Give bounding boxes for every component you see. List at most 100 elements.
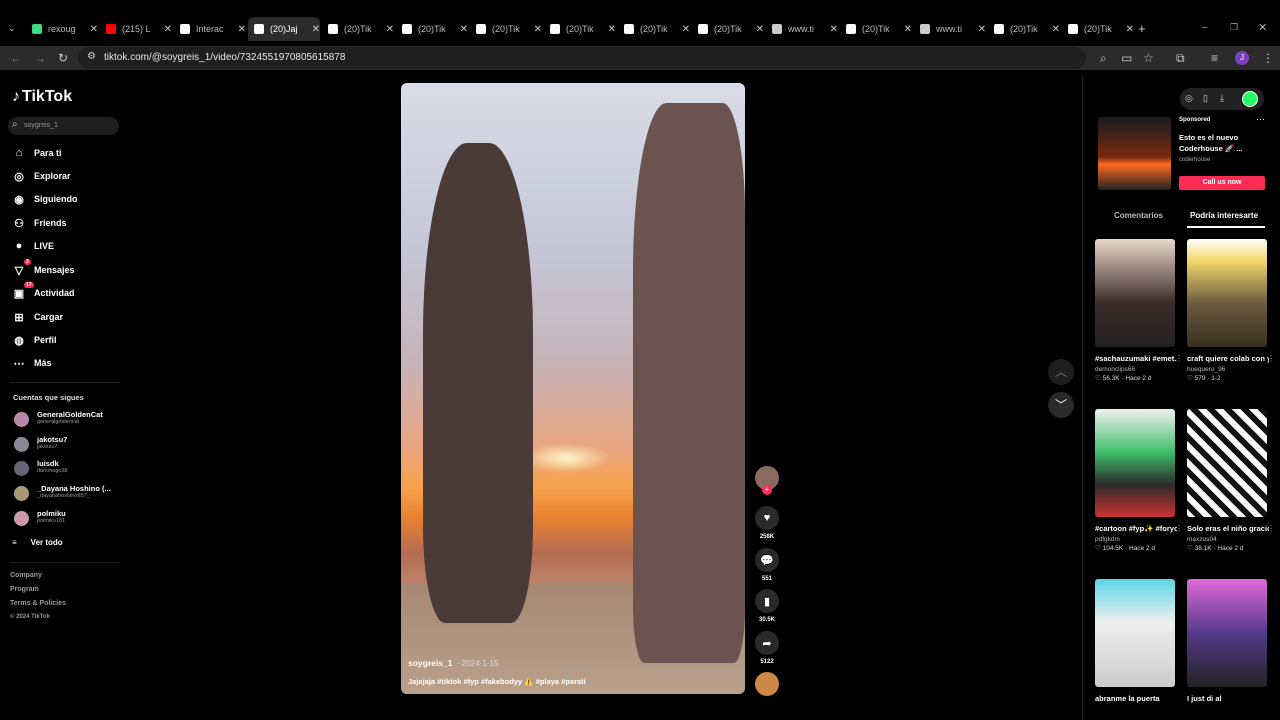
following-account[interactable]: jakotsu7 jakotsu7 [12,435,122,455]
ad-thumbnail[interactable] [1098,117,1171,190]
bookmark-star-icon[interactable]: ☆ [1143,51,1154,65]
tab-close-icon[interactable]: ✕ [904,24,912,35]
comment-icon[interactable]: 💬 [755,548,779,572]
search-input[interactable]: ⌕ soygreis_1 [8,117,119,135]
card-more-icon[interactable]: ⋮ [1175,354,1183,363]
following-account[interactable]: _Dayana Hoshino (... _dayanahoshino957_ [12,484,122,504]
tab-close-icon[interactable]: ✕ [460,24,468,35]
next-video-icon[interactable]: ﹀ [1048,392,1074,418]
suggested-video-card[interactable]: abranme la puerta [1095,579,1177,706]
browser-tab[interactable]: (20)Tik ✕ [544,17,616,41]
tab-close-icon[interactable]: ✕ [534,24,542,35]
previous-video-icon[interactable]: ︿ [1048,359,1074,385]
bookmark-icon[interactable]: ▮ [755,589,779,613]
sidebar-item[interactable]: ◉ Siguiendo [12,191,77,207]
card-more-icon[interactable]: ⋮ [1267,524,1275,533]
browser-tab[interactable]: (20)Tik ✕ [1062,17,1134,41]
new-tab-icon[interactable]: + [1138,21,1146,36]
menu-icon[interactable]: ⋮ [1262,51,1274,65]
video-thumbnail[interactable] [1095,409,1175,517]
media-icon[interactable]: ≡ [1211,51,1218,65]
site-info-icon[interactable]: ⚙ [87,51,96,62]
reload-icon[interactable]: ↻ [58,51,68,65]
sidebar-item[interactable]: ⋯ Más [12,355,52,371]
browser-tab[interactable]: www.ti ✕ [914,17,986,41]
video-thumbnail[interactable] [1095,579,1175,687]
music-disc-icon[interactable] [755,672,779,696]
tab-comments[interactable]: Comentarios [1114,211,1163,220]
sidebar-item[interactable]: ▽ 3 Mensajes [12,259,75,278]
suggested-video-card[interactable]: #sachauzumaki #emet... demonclips66 ♡ 56.3… [1095,239,1183,382]
suggested-video-card[interactable]: #cartoon #fyp✨ #foryou #edit... pdfgkdm ♡ … [1095,409,1183,552]
profile-avatar[interactable]: J [1235,51,1249,65]
like-action[interactable]: ♥ 258K [755,506,779,540]
browser-tab[interactable]: Interac ✕ [174,17,246,41]
tab-close-icon[interactable]: ✕ [386,24,394,35]
sidebar-item[interactable]: ◍ Perfil [12,332,56,348]
ad-more-icon[interactable]: ⋯ [1256,114,1265,125]
video-username[interactable]: soygreis_1 [408,658,452,668]
close-window-icon[interactable]: ✕ [1258,21,1267,34]
forward-icon[interactable]: → [34,51,46,65]
browser-tab[interactable]: (20)Tik ✕ [618,17,690,41]
tab-close-icon[interactable]: ✕ [756,24,764,35]
sidebar-item[interactable]: ⊞ Cargar [12,309,63,325]
following-account[interactable]: luisdk darkmago38 [12,459,122,479]
sidebar-item[interactable]: ⌂ Para ti [12,145,62,161]
tab-close-icon[interactable]: ✕ [312,24,320,35]
footer-program[interactable]: Program [10,586,39,593]
cast-icon[interactable]: ▭ [1121,51,1132,65]
share-icon[interactable]: ➦ [755,631,779,655]
tab-close-icon[interactable]: ✕ [90,24,98,35]
maximize-icon[interactable]: ❐ [1230,22,1238,33]
coin-icon[interactable]: ◎ [1185,93,1193,104]
tab-close-icon[interactable]: ✕ [608,24,616,35]
phone-icon[interactable]: ▯ [1203,93,1208,104]
tab-close-icon[interactable]: ✕ [978,24,986,35]
sidebar-item[interactable]: ● LIVE [12,238,54,254]
tab-close-icon[interactable]: ✕ [830,24,838,35]
download-icon[interactable]: ⤓ [1220,93,1224,104]
card-more-icon[interactable]: ⋮ [1267,354,1275,363]
suggested-video-card[interactable]: I just di al [1187,579,1269,706]
following-account[interactable]: polmiku polmiku181 [12,509,122,529]
browser-tab[interactable]: (20)Tik ✕ [692,17,764,41]
back-icon[interactable]: ← [10,51,22,65]
follow-plus-icon[interactable]: + [762,485,772,495]
tab-close-icon[interactable]: ✕ [1052,24,1060,35]
ad-title[interactable]: Esto es el nuevo Coderhouse 🚀 ... [1179,132,1259,154]
tab-interest[interactable]: Podría interesarte [1190,211,1258,220]
browser-tab[interactable]: (20)Tik ✕ [988,17,1060,41]
video-thumbnail[interactable] [1187,409,1267,517]
see-all-link[interactable]: ≡ Ver todo [12,538,63,547]
browser-tab[interactable]: (215) L ✕ [100,17,172,41]
video-player[interactable]: soygreis_1 · 2024-1-15 Jajajaja #tiktok … [401,83,745,694]
footer-company[interactable]: Company [10,572,42,579]
url-field[interactable]: ⚙ tiktok.com/@soygreis_1/video/732455197… [78,47,1086,69]
browser-tab[interactable]: www.ti ✕ [766,17,838,41]
footer-terms[interactable]: Terms & Policies [10,600,66,607]
extensions-icon[interactable]: ⧉ [1176,51,1185,66]
user-avatar[interactable] [1242,91,1258,107]
heart-icon[interactable]: ♥ [755,506,779,530]
sidebar-item[interactable]: ▣ 17 Actividad [12,282,75,301]
browser-tab[interactable]: (20)Tik ✕ [396,17,468,41]
minimize-icon[interactable]: – [1202,22,1208,33]
ad-cta-button[interactable]: Call us now [1179,176,1265,190]
sidebar-item[interactable]: ◎ Explorar [12,168,70,184]
sidebar-item[interactable]: ⚇ Friends [12,215,66,231]
tiktok-logo[interactable]: ♪ TikTok [12,88,72,106]
following-account[interactable]: GeneralGoldenCat generalgoldencat [12,410,122,430]
browser-tab[interactable]: (20)Tik ✕ [840,17,912,41]
card-more-icon[interactable]: ⋮ [1175,524,1183,533]
tab-close-icon[interactable]: ✕ [164,24,172,35]
video-thumbnail[interactable] [1187,239,1267,347]
browser-tab[interactable]: rexoug ✕ [26,17,98,41]
tab-close-icon[interactable]: ✕ [682,24,690,35]
zoom-icon[interactable]: ⌕ [1100,51,1107,66]
share-action[interactable]: ➦ 5122 [755,631,779,665]
tab-search-icon[interactable]: ⌄ [8,23,16,34]
video-thumbnail[interactable] [1095,239,1175,347]
save-action[interactable]: ▮ 30.5K [755,589,779,623]
comment-action[interactable]: 💬 551 [755,548,779,582]
